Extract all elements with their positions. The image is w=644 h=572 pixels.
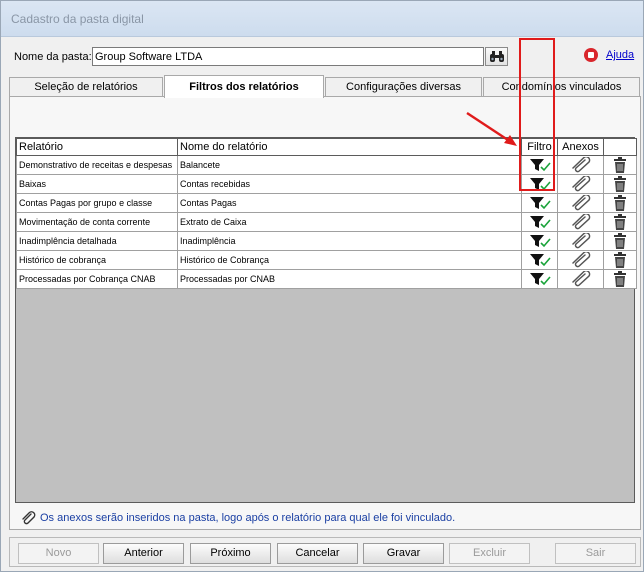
- cell-report[interactable]: Baixas: [16, 174, 178, 194]
- cell-report-name[interactable]: Contas recebidas: [177, 174, 522, 194]
- paperclip-icon: [571, 271, 590, 287]
- action-bar: Novo Anterior Próximo Cancelar Gravar Ex…: [9, 537, 641, 567]
- cell-report-name[interactable]: Balancete: [177, 155, 522, 175]
- table-row[interactable]: Baixas Contas recebidas: [16, 174, 637, 194]
- table-row[interactable]: Demonstrativo de receitas e despesas Bala…: [16, 155, 637, 175]
- previous-button[interactable]: Anterior: [103, 543, 184, 564]
- folder-name-row: Nome da pasta: Ajuda: [9, 45, 637, 69]
- find-folder-button[interactable]: [485, 47, 508, 66]
- paperclip-icon: [571, 176, 590, 192]
- grid-header-row: Relatório Nome do relatório Filtro Anexo…: [16, 138, 637, 156]
- trash-icon: [614, 213, 626, 230]
- attach-button[interactable]: [557, 174, 604, 194]
- red-arrow-icon: [466, 111, 517, 146]
- help-area: Ajuda: [584, 48, 634, 62]
- cell-report[interactable]: Inadimplência detalhada: [16, 231, 178, 251]
- paperclip-icon: [571, 233, 590, 249]
- cell-report[interactable]: Contas Pagas por grupo e classe: [16, 193, 178, 213]
- attach-button[interactable]: [557, 269, 604, 289]
- filter-check-icon: [529, 235, 551, 248]
- filter-button[interactable]: [521, 250, 558, 270]
- trash-icon: [614, 251, 626, 268]
- trash-icon: [614, 156, 626, 173]
- filter-button[interactable]: [521, 174, 558, 194]
- window-title: Cadastro da pasta digital: [11, 12, 144, 26]
- paperclip-icon: [571, 214, 590, 230]
- tab-misc-settings[interactable]: Configurações diversas: [325, 77, 482, 97]
- filter-button[interactable]: [521, 269, 558, 289]
- table-row[interactable]: Histórico de cobrança Histórico de Cobran…: [16, 250, 637, 270]
- tab-report-filters[interactable]: Filtros dos relatórios: [164, 75, 324, 98]
- title-bar: Cadastro da pasta digital: [1, 1, 643, 37]
- table-row[interactable]: Processadas por Cobrança CNAB Processadas…: [16, 269, 637, 289]
- col-header-filter[interactable]: Filtro: [521, 138, 558, 156]
- cancel-button[interactable]: Cancelar: [277, 543, 358, 564]
- filter-check-icon: [529, 178, 551, 191]
- paperclip-icon: [571, 157, 590, 173]
- cell-report[interactable]: Demonstrativo de receitas e despesas: [16, 155, 178, 175]
- trash-icon: [614, 175, 626, 192]
- filter-button[interactable]: [521, 212, 558, 232]
- cell-report[interactable]: Processadas por Cobrança CNAB: [16, 269, 178, 289]
- delete-row-button[interactable]: [603, 212, 637, 232]
- delete-row-button[interactable]: [603, 193, 637, 213]
- paperclip-icon: [571, 195, 590, 211]
- filter-button[interactable]: [521, 193, 558, 213]
- filter-check-icon: [529, 254, 551, 267]
- attachments-note-text: Os anexos serão inseridos na pasta, logo…: [40, 512, 456, 524]
- attach-button[interactable]: [557, 250, 604, 270]
- col-header-report[interactable]: Relatório: [16, 138, 178, 156]
- filter-check-icon: [529, 197, 551, 210]
- attach-button[interactable]: [557, 155, 604, 175]
- filter-button[interactable]: [521, 231, 558, 251]
- folder-name-label: Nome da pasta:: [14, 51, 92, 63]
- new-button[interactable]: Novo: [18, 543, 99, 564]
- delete-row-button[interactable]: [603, 250, 637, 270]
- delete-row-button[interactable]: [603, 231, 637, 251]
- cell-report-name[interactable]: Extrato de Caixa: [177, 212, 522, 232]
- delete-row-button[interactable]: [603, 155, 637, 175]
- reports-table: Relatório Nome do relatório Filtro Anexo…: [16, 138, 637, 289]
- exit-button[interactable]: Sair: [555, 543, 636, 564]
- cell-report-name[interactable]: Inadimplência: [177, 231, 522, 251]
- trash-icon: [614, 270, 626, 287]
- col-header-attachments[interactable]: Anexos: [557, 138, 604, 156]
- attach-button[interactable]: [557, 212, 604, 232]
- cell-report[interactable]: Histórico de cobrança: [16, 250, 178, 270]
- paperclip-icon: [571, 252, 590, 268]
- filter-check-icon: [529, 216, 551, 229]
- filters-panel: Relatório Nome do relatório Filtro Anexo…: [9, 96, 641, 530]
- tab-report-selection[interactable]: Seleção de relatórios: [9, 77, 163, 97]
- tab-bar: Seleção de relatórios Filtros dos relató…: [9, 75, 641, 98]
- cell-report-name[interactable]: Contas Pagas: [177, 193, 522, 213]
- filter-button[interactable]: [521, 155, 558, 175]
- attach-button[interactable]: [557, 193, 604, 213]
- save-button[interactable]: Gravar: [363, 543, 444, 564]
- attachments-note: Os anexos serão inseridos na pasta, logo…: [20, 511, 455, 525]
- delete-row-button[interactable]: [603, 174, 637, 194]
- folder-name-input[interactable]: [92, 47, 484, 66]
- reports-grid: Relatório Nome do relatório Filtro Anexo…: [15, 137, 637, 503]
- delete-row-button[interactable]: [603, 269, 637, 289]
- trash-icon: [614, 232, 626, 249]
- paperclip-icon: [22, 511, 36, 525]
- col-header-delete: [603, 138, 637, 156]
- next-button[interactable]: Próximo: [190, 543, 271, 564]
- main-window: Cadastro da pasta digital Nome da pasta:…: [0, 0, 644, 572]
- binoculars-icon: [489, 51, 504, 62]
- filter-check-icon: [529, 159, 551, 172]
- cell-report[interactable]: Movimentação de conta corrente: [16, 212, 178, 232]
- cell-report-name[interactable]: Histórico de Cobrança: [177, 250, 522, 270]
- table-row[interactable]: Movimentação de conta corrente Extrato de…: [16, 212, 637, 232]
- delete-button[interactable]: Excluir: [449, 543, 530, 564]
- tab-linked-condos[interactable]: Condomínios vinculados: [483, 77, 640, 97]
- attach-button[interactable]: [557, 231, 604, 251]
- filter-check-icon: [529, 273, 551, 286]
- table-row[interactable]: Inadimplência detalhada Inadimplência: [16, 231, 637, 251]
- trash-icon: [614, 194, 626, 211]
- help-link[interactable]: Ajuda: [606, 49, 634, 61]
- help-record-icon: [584, 48, 598, 62]
- cell-report-name[interactable]: Processadas por CNAB: [177, 269, 522, 289]
- table-row[interactable]: Contas Pagas por grupo e classe Contas Pa…: [16, 193, 637, 213]
